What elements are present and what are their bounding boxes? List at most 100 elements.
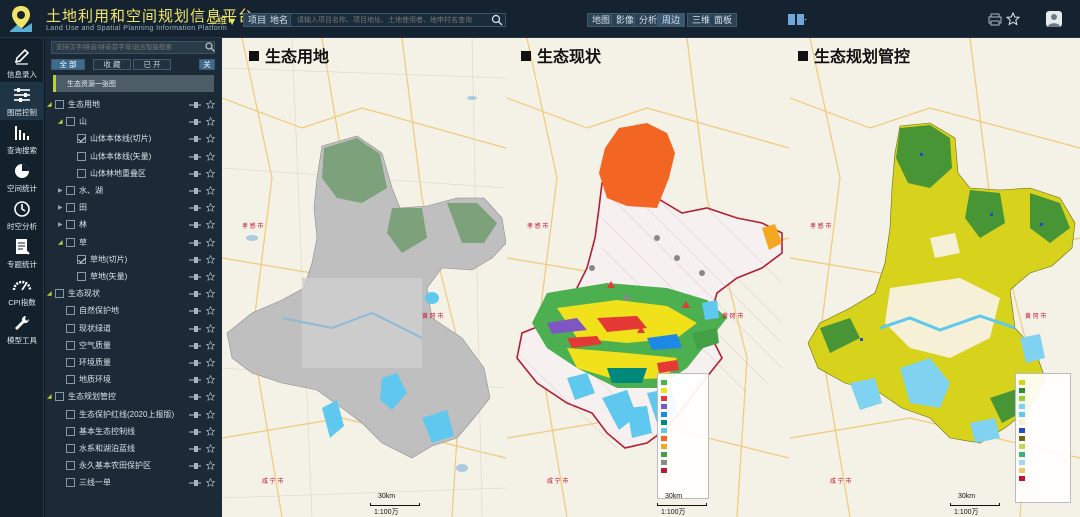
layer-row[interactable]: ◢ 生态用地 bbox=[45, 97, 222, 113]
opacity-slider[interactable] bbox=[189, 102, 201, 108]
opacity-slider[interactable] bbox=[189, 411, 201, 418]
layer-row[interactable]: 自然保护地 bbox=[45, 303, 222, 319]
favorite-star-icon[interactable] bbox=[206, 409, 215, 419]
layer-group-header[interactable]: 生态资源一张图 bbox=[53, 75, 214, 92]
tab-all[interactable]: 全 部 bbox=[51, 59, 85, 70]
layer-checkbox[interactable] bbox=[66, 237, 75, 247]
layer-row[interactable]: 生态保护红线(2020上报版) bbox=[45, 407, 222, 423]
layer-checkbox[interactable] bbox=[55, 289, 64, 299]
opacity-slider[interactable] bbox=[189, 480, 201, 487]
layer-row[interactable]: 水系和湖泊蓝线 bbox=[45, 441, 222, 457]
layer-row[interactable]: 现状绿道 bbox=[45, 321, 222, 337]
search-input[interactable] bbox=[290, 13, 506, 27]
map-pane-ecological-status[interactable]: 孝 感 市黄 冈 市咸 宁 市 生态现状 30km 1:100万 bbox=[507, 38, 789, 517]
expanded-caret-icon[interactable]: ◢ bbox=[47, 290, 52, 297]
layer-row[interactable]: 基本生态控制线 bbox=[45, 424, 222, 440]
opacity-slider[interactable] bbox=[189, 394, 201, 401]
layer-row[interactable]: ▶ 水、湖 bbox=[45, 183, 222, 199]
nav-item-model-tools[interactable]: 模型工具 bbox=[0, 310, 44, 348]
search-icon[interactable] bbox=[491, 14, 503, 26]
layer-row[interactable]: ◢ 生态规划管控 bbox=[45, 389, 222, 405]
layer-checkbox[interactable] bbox=[66, 375, 75, 385]
layer-checkbox[interactable] bbox=[66, 186, 75, 195]
layer-row[interactable]: 永久基本农田保护区 bbox=[45, 458, 222, 474]
layer-checkbox[interactable] bbox=[77, 168, 86, 178]
favorite-star-icon[interactable] bbox=[206, 168, 215, 178]
search-icon[interactable] bbox=[205, 42, 215, 52]
grid-layout-icon[interactable] bbox=[787, 12, 807, 27]
favorite-star-icon[interactable] bbox=[206, 289, 215, 299]
tab-favorites[interactable]: 收 藏 bbox=[93, 59, 131, 70]
nav-item-topic-stats[interactable]: 专题统计 bbox=[0, 234, 44, 272]
opacity-slider[interactable] bbox=[189, 377, 201, 384]
opacity-slider[interactable] bbox=[189, 360, 201, 366]
opacity-slider[interactable] bbox=[189, 325, 201, 332]
nav-item-cpi-index[interactable]: CPI指数 bbox=[0, 272, 44, 310]
favorite-star-icon[interactable] bbox=[206, 100, 215, 109]
layer-row[interactable]: ◢ 山 bbox=[45, 114, 222, 130]
favorite-star-icon[interactable] bbox=[206, 203, 215, 213]
layer-row[interactable]: 山体本体线(切片) bbox=[45, 131, 222, 147]
map-pane-ecological-planning[interactable]: 孝 感 市黄 冈 市咸 宁 市 生态规划管控 30km 1:100万 bbox=[790, 38, 1080, 517]
nav-item-layer-control[interactable]: 图层控制 bbox=[0, 82, 44, 120]
opacity-slider[interactable] bbox=[189, 239, 201, 246]
layer-checkbox[interactable] bbox=[66, 306, 75, 316]
view-mode-select[interactable]: 二维 ▼ bbox=[207, 12, 235, 27]
nav-item-query-search[interactable]: 查询搜索 bbox=[0, 120, 44, 158]
favorite-star-icon[interactable] bbox=[206, 375, 215, 385]
layer-checkbox[interactable] bbox=[66, 220, 75, 230]
layer-checkbox[interactable] bbox=[77, 134, 86, 144]
opacity-slider[interactable] bbox=[189, 205, 201, 212]
opacity-slider[interactable] bbox=[189, 428, 201, 435]
opacity-slider[interactable] bbox=[189, 170, 201, 177]
layer-checkbox[interactable] bbox=[66, 478, 75, 488]
favorite-star-icon[interactable] bbox=[206, 461, 215, 471]
layer-checkbox[interactable] bbox=[66, 444, 75, 453]
collapsed-caret-icon[interactable]: ▶ bbox=[58, 221, 63, 228]
layer-checkbox[interactable] bbox=[77, 272, 86, 281]
opacity-slider[interactable] bbox=[189, 153, 201, 160]
layer-row[interactable]: 地质环境 bbox=[45, 372, 222, 388]
layer-row[interactable]: 山体林地重叠区 bbox=[45, 166, 222, 182]
opacity-slider[interactable] bbox=[189, 119, 201, 126]
collapsed-caret-icon[interactable]: ▶ bbox=[58, 187, 63, 194]
expanded-caret-icon[interactable]: ◢ bbox=[58, 118, 63, 125]
favorite-star-icon[interactable] bbox=[206, 151, 215, 161]
layer-checkbox[interactable] bbox=[66, 203, 75, 213]
layer-search-input[interactable] bbox=[51, 41, 215, 54]
layer-checkbox[interactable] bbox=[66, 358, 75, 367]
favorite-star-icon[interactable] bbox=[206, 254, 215, 264]
layer-checkbox[interactable] bbox=[77, 151, 86, 161]
favorite-star-icon[interactable] bbox=[206, 340, 215, 350]
favorite-star-icon[interactable] bbox=[206, 306, 215, 316]
layer-checkbox[interactable] bbox=[66, 426, 75, 436]
favorite-star-icon[interactable] bbox=[206, 117, 215, 127]
layer-checkbox[interactable] bbox=[66, 323, 75, 333]
expanded-caret-icon[interactable]: ◢ bbox=[47, 393, 52, 400]
expanded-caret-icon[interactable]: ◢ bbox=[58, 239, 63, 246]
favorite-star-icon[interactable] bbox=[206, 478, 215, 488]
layer-row[interactable]: 三线一单 bbox=[45, 475, 222, 491]
favorite-star-icon[interactable] bbox=[206, 323, 215, 333]
nav-item-info-entry[interactable]: 信息录入 bbox=[0, 44, 44, 82]
opacity-slider[interactable] bbox=[189, 136, 201, 143]
favorite-star-icon[interactable] bbox=[206, 220, 215, 230]
layer-checkbox[interactable] bbox=[66, 117, 75, 127]
panel-button[interactable]: 面板 bbox=[709, 13, 738, 27]
opacity-slider[interactable] bbox=[189, 222, 201, 229]
layer-checkbox[interactable] bbox=[55, 392, 64, 402]
layer-row[interactable]: ▶ 田 bbox=[45, 200, 222, 216]
layer-row[interactable]: 环境质量 bbox=[45, 355, 222, 371]
opacity-slider[interactable] bbox=[189, 291, 201, 298]
layer-row[interactable]: 草地(矢量) bbox=[45, 269, 222, 285]
map-pane-ecological-land[interactable]: 孝 感 市黄 冈 市咸 宁 市 生态用地 30km 1:100万 bbox=[222, 38, 506, 517]
tab-close[interactable]: 关 bbox=[199, 59, 215, 70]
layer-checkbox[interactable] bbox=[77, 254, 86, 264]
favorite-star-icon[interactable] bbox=[206, 426, 215, 436]
place-name-button[interactable]: 地名 bbox=[265, 13, 294, 27]
opacity-slider[interactable] bbox=[189, 188, 201, 194]
nav-item-time-analysis[interactable]: 时空分析 bbox=[0, 196, 44, 234]
favorite-star-icon[interactable] bbox=[206, 134, 215, 144]
favorite-star-icon[interactable] bbox=[206, 237, 215, 247]
around-button[interactable]: 周边 bbox=[657, 13, 686, 27]
